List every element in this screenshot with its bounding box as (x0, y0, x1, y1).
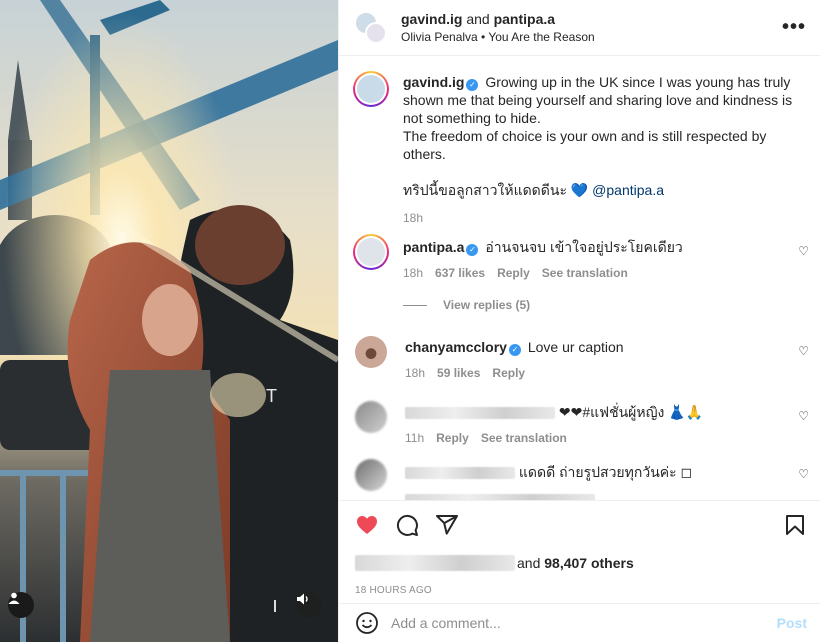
caption-time: 18h (403, 211, 424, 225)
view-replies-button[interactable]: View replies (5) (403, 298, 530, 312)
caption: gavind.ig ✓ Growing up in the UK since I … (353, 71, 809, 227)
verified-badge-icon: ✓ (508, 344, 521, 356)
post-header: gavind.ig and pantipa.a Olivia Penalva •… (339, 0, 820, 56)
speaker-icon (297, 593, 308, 605)
verified-badge-icon: ✓ (466, 244, 479, 256)
comment-time: 11h (405, 431, 425, 445)
person-icon (8, 592, 20, 604)
collab-avatars[interactable] (355, 11, 387, 44)
comment-text: อ่านจนจบ เข้าใจอยู่ประโยคเดียว (485, 239, 683, 255)
share-icon[interactable] (435, 513, 459, 537)
video-progress-marker (274, 600, 276, 612)
see-translation-button[interactable]: See translation (481, 431, 567, 445)
comment-item: chanyamcclory ✓ Love ur caption 18h 59 lik… (353, 334, 809, 382)
comment-avatar[interactable] (355, 459, 387, 491)
comments-list[interactable]: gavind.ig ✓ Growing up in the UK since I … (339, 57, 820, 500)
avatar-pantipa (365, 21, 387, 44)
header-user1[interactable]: gavind.ig (401, 11, 462, 27)
photo-couple-on-bridge: T (0, 0, 338, 642)
comment-username[interactable]: pantipa.a (403, 239, 464, 255)
comment-likes[interactable]: 59 likes (437, 366, 480, 380)
comment-icon[interactable] (395, 513, 419, 537)
reply-button[interactable]: Reply (497, 266, 530, 280)
emoji-icon[interactable] (355, 611, 379, 635)
tagged-users-button[interactable] (8, 592, 34, 618)
comment-text: แดดดี ถ่ายรูปสวยทุกวันค่ะ ◻ (518, 464, 693, 480)
caption-mention[interactable]: @pantipa.a (592, 182, 664, 198)
comment-item: แดดดี ถ่ายรูปสวยทุกวันค่ะ ◻ ♡ (353, 457, 809, 500)
comment-avatar[interactable] (355, 401, 387, 433)
comment-like-icon[interactable]: ♡ (798, 244, 809, 258)
view-replies-label: View replies (5) (443, 298, 531, 312)
save-bookmark-icon[interactable] (783, 513, 807, 537)
comment-input[interactable]: Add a comment... (391, 615, 777, 631)
likes-prefix: and (517, 555, 541, 571)
caption-thai: ทริปนี้ขอลูกสาวให้แดดดีนะ 💙 (403, 182, 589, 198)
reply-button[interactable]: Reply (436, 431, 469, 445)
comment-avatar[interactable] (355, 336, 387, 368)
like-heart-icon[interactable] (355, 513, 379, 537)
more-options-button[interactable]: ••• (782, 16, 806, 39)
comment-time: 18h (403, 266, 424, 280)
post-details-panel: gavind.ig and pantipa.a Olivia Penalva •… (338, 0, 820, 642)
comment-username[interactable]: chanyamcclory (405, 339, 507, 355)
post-actions: and 98,407 others 18 HOURS AGO (339, 500, 820, 600)
svg-text:T: T (266, 386, 277, 406)
comment-time: 18h (405, 366, 426, 380)
post-timestamp[interactable]: 18 HOURS AGO (355, 585, 432, 596)
audio-attribution[interactable]: Olivia Penalva • You Are the Reason (401, 30, 782, 44)
audio-toggle-button[interactable] (296, 592, 322, 618)
comment-item: ❤❤#แฟชั่นผู้หญิง 👗🙏 11h Reply See translat… (353, 399, 809, 447)
verified-badge-icon: ✓ (466, 79, 479, 91)
comment-like-icon[interactable]: ♡ (798, 467, 809, 481)
caption-text-2: The freedom of choice is your own and is… (403, 128, 767, 162)
add-comment-bar: Add a comment... Post (339, 603, 820, 642)
avatar-ring[interactable] (353, 71, 389, 107)
reply-button[interactable]: Reply (492, 366, 525, 380)
see-translation-button[interactable]: See translation (542, 266, 628, 280)
comment-like-icon[interactable]: ♡ (798, 344, 809, 358)
comment-like-icon[interactable]: ♡ (798, 409, 809, 423)
comment-item: pantipa.a ✓ อ่านจนจบ เข้าใจอยู่ประโยคเดีย… (353, 234, 809, 282)
avatar-ring[interactable] (353, 234, 389, 270)
likes-count[interactable]: 98,407 others (544, 555, 634, 571)
post-button[interactable]: Post (777, 615, 807, 631)
blurred-likers (355, 555, 515, 571)
header-joiner: and (466, 11, 490, 27)
comment-likes[interactable]: 637 likes (435, 266, 485, 280)
likes-summary[interactable]: and 98,407 others (355, 555, 634, 571)
blurred-username (405, 407, 555, 420)
comment-text: ❤❤#แฟชั่นผู้หญิง 👗🙏 (558, 404, 704, 420)
header-user2[interactable]: pantipa.a (494, 11, 555, 27)
post-media[interactable]: T (0, 0, 338, 642)
comment-text: Love ur caption (527, 339, 624, 355)
blurred-username (405, 467, 515, 480)
caption-username[interactable]: gavind.ig (403, 74, 464, 90)
